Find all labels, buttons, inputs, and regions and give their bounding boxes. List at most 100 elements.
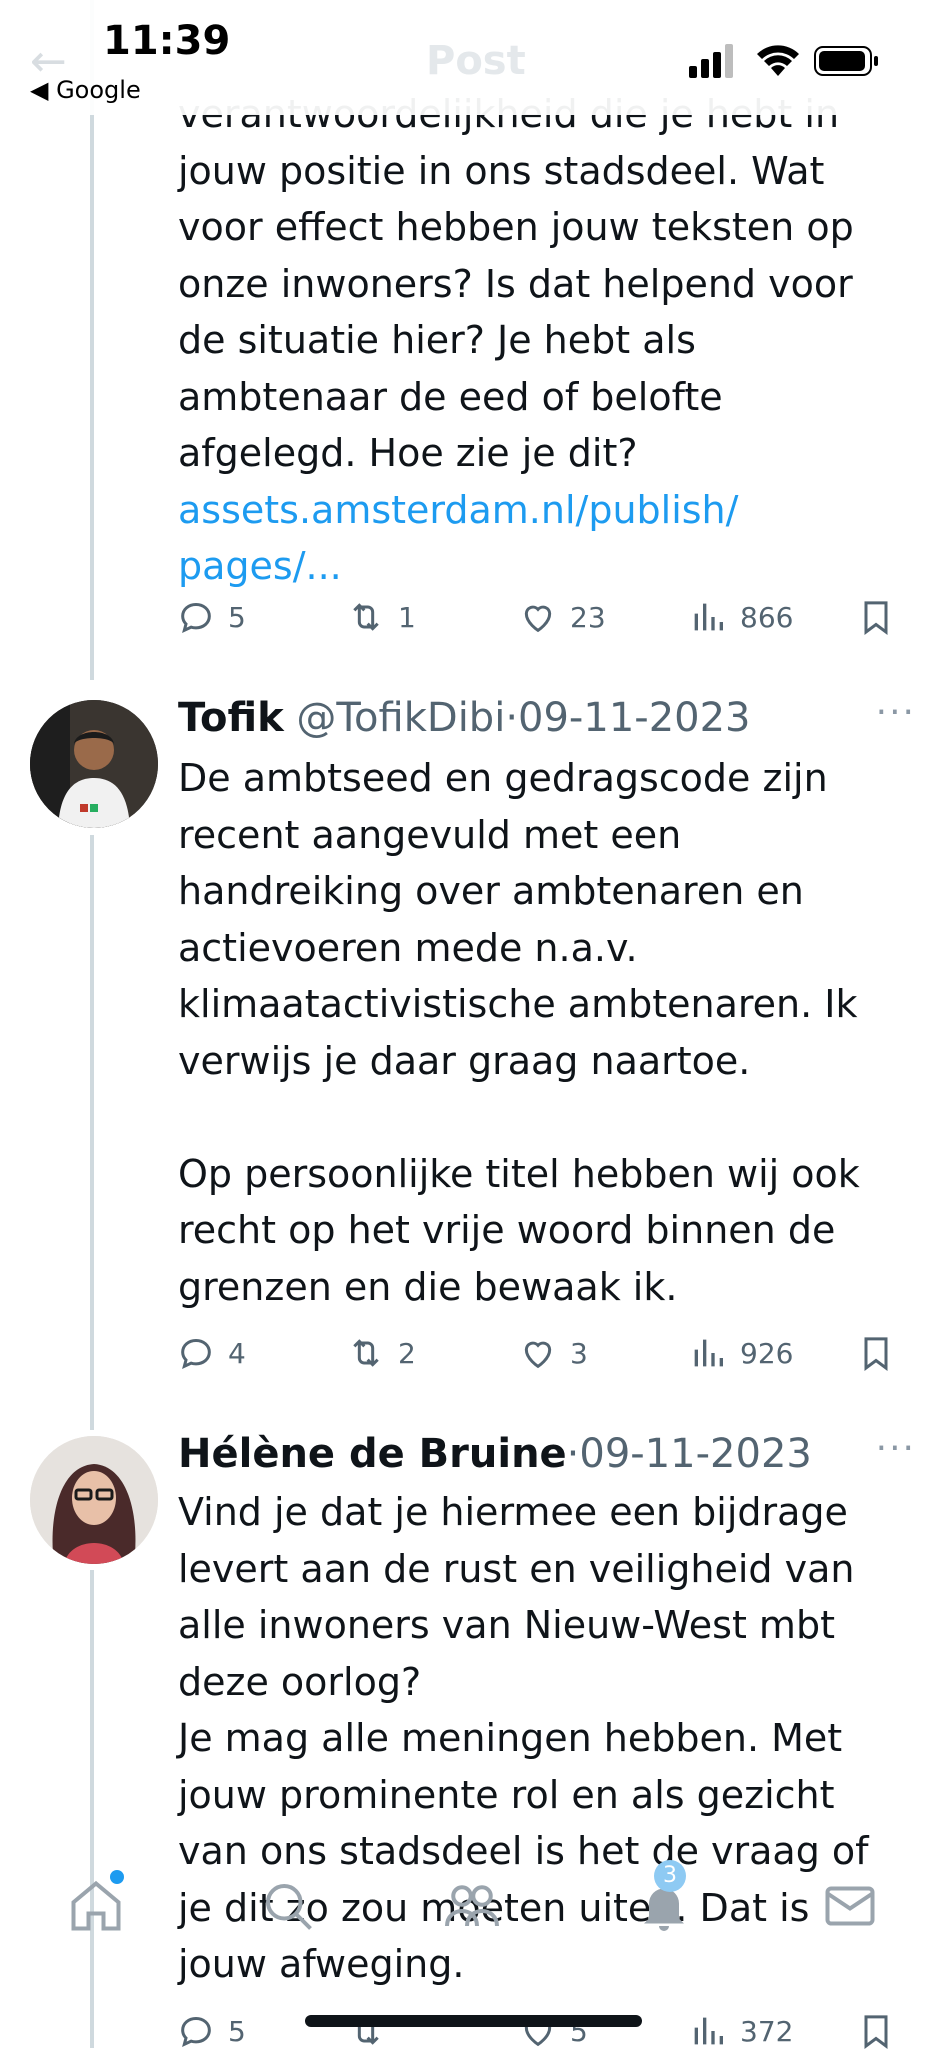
repost-count: 1 [398, 600, 416, 634]
tweet-link[interactable]: assets.amsterdam.nl/publish/ [178, 482, 918, 539]
display-name[interactable]: Hélène de Bruine [178, 1431, 567, 1477]
repost-icon [353, 1339, 379, 1367]
home-icon [71, 1880, 121, 1931]
nav-search[interactable] [258, 1876, 318, 1936]
date[interactable]: 09-11-2023 [518, 695, 750, 741]
tweet-header: Tofik @TofikDibi·09-11-2023 [178, 690, 751, 746]
reply-button[interactable]: 5 [176, 592, 246, 642]
bookmark-icon [864, 1337, 888, 1371]
tweet-text-line: ambtenaar de eed of belofte [178, 374, 723, 419]
reply-count: 5 [228, 600, 246, 634]
tweet-text-line: recht op het vrije woord binnen de [178, 1208, 836, 1252]
wifi-icon [756, 44, 800, 78]
avatar[interactable] [30, 1436, 158, 1564]
tweet-text-line: actievoeren mede n.a.v. [178, 925, 638, 970]
home-indicator [305, 2015, 642, 2027]
tweet-text-line: deze oorlog? [178, 1659, 422, 1704]
views-count: 372 [740, 2014, 794, 2048]
tweet-actions: 5 1 23 866 [176, 592, 896, 642]
avatar-image [30, 700, 158, 828]
reply-button[interactable]: 5 [176, 2006, 246, 2056]
page-title: Post [426, 38, 526, 84]
tweet-text-line: De ambtseed en gedragscode zijn [178, 756, 828, 800]
repost-count: 2 [398, 1336, 416, 1370]
tweet-text-line: levert aan de rust en veiligheid van [178, 1546, 855, 1591]
separator: · [566, 1431, 580, 1477]
tweet-link[interactable]: pages/... [178, 538, 918, 595]
views-count: 866 [740, 600, 794, 634]
tweet-text-line: de situatie hier? Je hebt als [178, 318, 696, 362]
views-icon [694, 1339, 723, 1367]
repost-button[interactable]: 1 [346, 592, 416, 642]
views-icon [694, 2017, 723, 2045]
like-button[interactable]: 3 [518, 1328, 588, 1378]
bookmark-button[interactable] [856, 592, 896, 642]
tweet-text: De ambtseed en gedragscode zijn recent a… [178, 750, 918, 1315]
views-button[interactable]: 926 [688, 1328, 793, 1378]
like-count: 23 [570, 600, 606, 634]
signal-icon [689, 44, 737, 78]
reply-count: 4 [228, 1336, 246, 1370]
tweet-text-line: onze inwoners? Is dat helpend voor [178, 261, 853, 306]
notification-badge: 3 [654, 1860, 686, 1892]
communities-icon [445, 1885, 499, 1927]
tweet-text-line: Je mag alle meningen hebben. Met [178, 1716, 843, 1760]
bottom-nav: 3 [0, 1858, 946, 1958]
heart-icon [524, 1341, 552, 1369]
repost-button[interactable] [346, 2006, 386, 2056]
bookmark-button[interactable] [856, 1328, 896, 1378]
tweet-text-line: recent aangevuld met een [178, 812, 682, 857]
reply-icon [181, 602, 211, 634]
tweet-actions: 5 5 372 [176, 2006, 896, 2056]
nav-communities[interactable] [442, 1876, 502, 1936]
reply-button[interactable]: 4 [176, 1328, 246, 1378]
home-unread-dot [110, 1870, 124, 1884]
views-button[interactable]: 372 [688, 2006, 793, 2056]
reply-icon [181, 1338, 211, 1370]
avatar[interactable] [30, 700, 158, 828]
views-button[interactable]: 866 [688, 592, 793, 642]
nav-home[interactable] [66, 1870, 126, 1936]
search-icon [266, 1884, 312, 1930]
like-button[interactable]: 23 [518, 592, 606, 642]
like-button[interactable]: 5 [518, 2006, 588, 2056]
back-to-app-link[interactable]: ◀ Google [30, 76, 141, 104]
display-name[interactable]: Tofik [178, 695, 284, 741]
tweet-text-line [178, 1089, 918, 1146]
reply-count: 5 [228, 2014, 246, 2048]
tweet-text-line: alle inwoners van Nieuw-West mbt [178, 1603, 835, 1647]
tweet-actions: 4 2 3 926 [176, 1328, 896, 1378]
handle[interactable]: @TofikDibi [296, 695, 505, 741]
date[interactable]: 09-11-2023 [579, 1431, 811, 1477]
more-options-icon[interactable]: ··· [876, 1428, 916, 1469]
nav-notifications[interactable]: 3 [634, 1860, 694, 1936]
tweet-header: Hélène de Bruine·09-11-2023 [178, 1426, 812, 1482]
tweet-text-line: grenzen en die bewaak ik. [178, 1264, 678, 1309]
tweet-text-line: klimaatactivistische ambtenaren. Ik [178, 982, 858, 1026]
mail-icon [825, 1886, 875, 1926]
tweet-text-line: voor effect hebben jouw teksten op [178, 205, 854, 249]
nav-messages[interactable] [820, 1876, 880, 1936]
views-icon [694, 603, 723, 631]
bookmark-icon [864, 2015, 888, 2049]
tweet-text-line: verwijs je daar graag naartoe. [178, 1038, 751, 1083]
heart-icon [524, 605, 552, 633]
tweet-text-line: Op persoonlijke titel hebben wij ook [178, 1151, 860, 1196]
avatar-image [30, 1436, 158, 1564]
battery-icon [814, 46, 880, 76]
tweet-text-line: jouw positie in ons stadsdeel. Wat [178, 148, 825, 193]
reply-icon [181, 2016, 211, 2048]
tweet-text-line: afgelegd. Hoe zie je dit? [178, 431, 638, 475]
tweet-text-line: handreiking over ambtenaren en [178, 869, 804, 913]
tweet-text: verantwoordelijkheid die je hebt in jouw… [178, 86, 918, 595]
bookmark-icon [864, 601, 888, 635]
views-count: 926 [740, 1336, 794, 1370]
status-time: 11:39 [103, 18, 231, 64]
repost-button[interactable]: 2 [346, 1328, 416, 1378]
like-count: 3 [570, 1336, 588, 1370]
more-options-icon[interactable]: ··· [876, 692, 916, 733]
separator: · [505, 695, 519, 741]
bookmark-button[interactable] [856, 2006, 896, 2056]
tweet-text-line: Vind je dat je hiermee een bijdrage [178, 1490, 848, 1534]
thread-line [90, 835, 94, 1430]
